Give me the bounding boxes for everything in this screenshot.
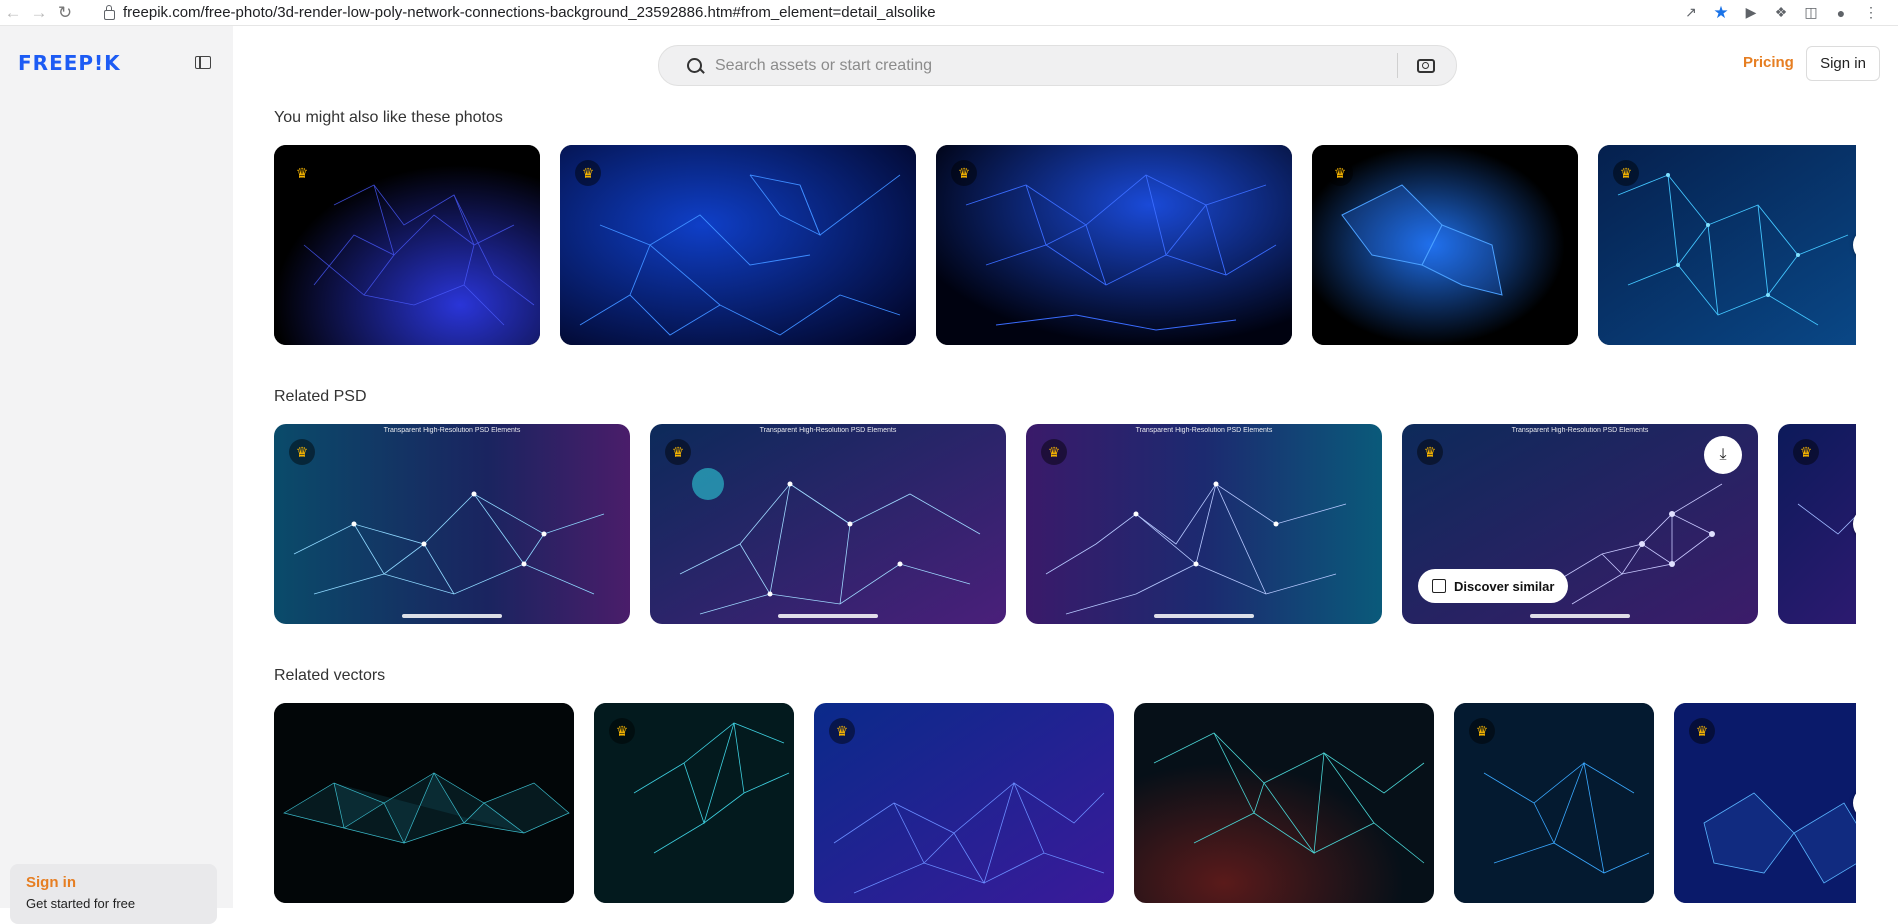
network-thumbnail (936, 145, 1292, 345)
signin-button[interactable]: Sign in (1806, 46, 1880, 81)
psd-caption: Transparent High-Resolution PSD Elements (1135, 427, 1273, 434)
vector-card-6[interactable]: ♛ (1674, 703, 1856, 903)
crown-icon: ♛ (609, 718, 635, 744)
crown-icon: ♛ (289, 439, 315, 465)
photo-card-3[interactable]: ♛ (936, 145, 1292, 345)
photo-card-1[interactable]: ♛ (274, 145, 540, 345)
psd-caption: Transparent High-Resolution PSD Elements (1511, 427, 1649, 434)
freepik-logo[interactable]: FREEP!K (18, 51, 121, 75)
section-title-photos: You might also like these photos (274, 109, 503, 126)
network-thumbnail (1026, 424, 1382, 624)
browser-toolbar: ← → ↻ freepik.com/free-photo/3d-render-l… (0, 0, 1898, 26)
psd-caption: Transparent High-Resolution PSD Elements (383, 427, 521, 434)
photos-row: ♛ ♛ ♛ ♛ ♛ (274, 145, 1856, 345)
crown-icon: ♛ (1041, 439, 1067, 465)
side-panel-icon[interactable]: ◫ (1800, 2, 1822, 24)
search-icon[interactable] (687, 58, 702, 73)
extensions-icon[interactable]: ❖ (1770, 2, 1792, 24)
network-thumbnail (560, 145, 916, 345)
vector-card-5[interactable]: ♛ (1454, 703, 1654, 903)
crown-icon: ♛ (665, 439, 691, 465)
camera-icon[interactable] (1417, 59, 1435, 73)
crown-icon: ♛ (1327, 160, 1353, 186)
psd-card-3[interactable]: Transparent High-Resolution PSD Elements… (1026, 424, 1382, 624)
vector-card-3[interactable]: ♛ (814, 703, 1114, 903)
network-thumbnail (274, 703, 574, 903)
back-button[interactable]: ← (0, 0, 26, 25)
profile-icon[interactable]: ● (1830, 2, 1852, 24)
forward-button[interactable]: → (26, 0, 52, 25)
sidebar: FREEP!K Sign in Get started for free (0, 26, 233, 924)
network-thumbnail (1134, 703, 1434, 903)
image-slider-bar (1530, 614, 1630, 618)
sidebar-signin-link[interactable]: Sign in (26, 874, 76, 891)
crown-icon: ♛ (829, 718, 855, 744)
network-thumbnail (274, 424, 630, 624)
psd-caption: Transparent High-Resolution PSD Elements (759, 427, 897, 434)
crown-icon: ♛ (1417, 439, 1443, 465)
url-text: freepik.com/free-photo/3d-render-low-pol… (123, 4, 936, 21)
crown-icon: ♛ (1793, 439, 1819, 465)
crown-icon: ♛ (1469, 718, 1495, 744)
reload-button[interactable]: ↻ (52, 0, 78, 25)
psd-card-4[interactable]: Transparent High-Resolution PSD Elements… (1402, 424, 1758, 624)
section-title-psd: Related PSD (274, 388, 367, 405)
crown-icon: ♛ (951, 160, 977, 186)
sidebar-toggle-icon[interactable] (195, 56, 211, 69)
vector-card-4[interactable] (1134, 703, 1434, 903)
image-slider-bar (778, 614, 878, 618)
search-bar (658, 45, 1457, 86)
network-thumbnail (650, 424, 1006, 624)
photo-card-2[interactable]: ♛ (560, 145, 916, 345)
address-bar[interactable]: freepik.com/free-photo/3d-render-low-pol… (104, 0, 936, 25)
download-icon: ⤓ (1719, 446, 1727, 463)
menu-icon[interactable]: ⋮ (1860, 2, 1882, 24)
vectors-row: ♛ ♛ ♛ ♛ (274, 703, 1856, 903)
image-slider-bar (1154, 614, 1254, 618)
psd-row: Transparent High-Resolution PSD Elements… (274, 424, 1856, 624)
lock-icon (104, 4, 115, 20)
vector-card-2[interactable]: ♛ (594, 703, 794, 903)
crown-icon: ♛ (575, 160, 601, 186)
discover-similar-label: Discover similar (1454, 578, 1555, 594)
discover-similar-icon (1432, 579, 1446, 593)
crown-icon: ♛ (1689, 718, 1715, 744)
crown-icon: ♛ (289, 160, 315, 186)
play-icon[interactable]: ▶ (1740, 2, 1762, 24)
vector-card-1[interactable] (274, 703, 574, 903)
sidebar-signin-subtitle: Get started for free (26, 896, 136, 911)
discover-similar-button[interactable]: Discover similar (1418, 569, 1569, 603)
bookmark-star-icon[interactable]: ★ (1710, 2, 1732, 24)
psd-card-1[interactable]: Transparent High-Resolution PSD Elements… (274, 424, 630, 624)
section-title-vectors: Related vectors (274, 667, 386, 684)
share-icon[interactable]: ↗ (1680, 2, 1702, 24)
search-input[interactable] (713, 52, 1237, 80)
search-divider (1397, 53, 1398, 78)
sidebar-signin-card[interactable]: Sign in Get started for free (10, 864, 217, 924)
network-thumbnail (814, 703, 1114, 903)
psd-card-5[interactable]: ♛ (1778, 424, 1856, 624)
download-button[interactable]: ⤓ (1704, 436, 1742, 474)
image-slider-bar (402, 614, 502, 618)
pricing-link[interactable]: Pricing (1743, 54, 1794, 71)
psd-card-2[interactable]: Transparent High-Resolution PSD Elements… (650, 424, 1006, 624)
crown-icon: ♛ (1613, 160, 1639, 186)
photo-card-5[interactable]: ♛ (1598, 145, 1856, 345)
photo-card-4[interactable]: ♛ (1312, 145, 1578, 345)
